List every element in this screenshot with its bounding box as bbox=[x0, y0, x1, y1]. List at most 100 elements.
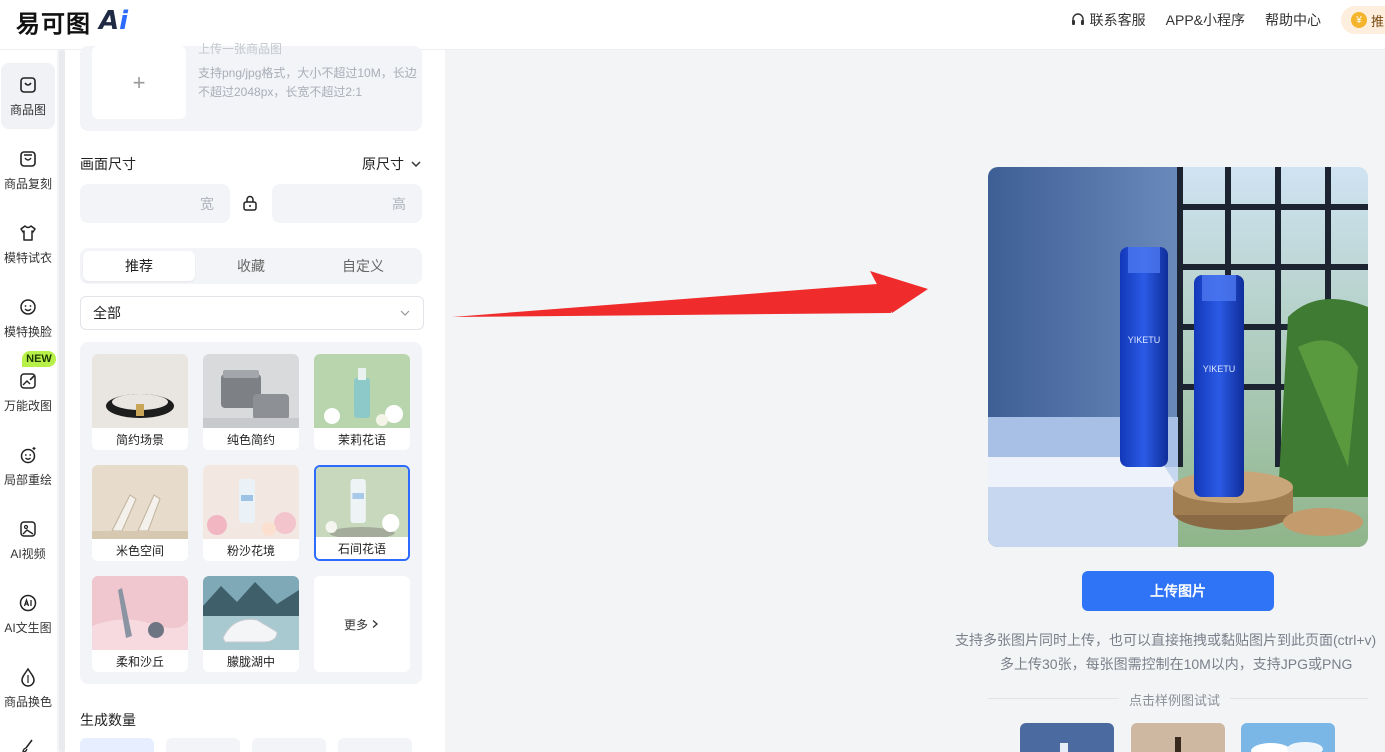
scene-grid: 简约场景 纯色简约 茉莉花语 米色空间 粉沙花境 石间花语 柔和沙丘 朦胧湖中 … bbox=[80, 342, 422, 684]
settings-panel: + 上传一张商品图 支持png/jpg格式，大小不超过10M，长边不超过2048… bbox=[65, 42, 445, 752]
scene-card-selected[interactable]: 石间花语 bbox=[314, 465, 410, 561]
scene-card[interactable]: 简约场景 bbox=[92, 354, 188, 450]
logo[interactable]: 易可图 Ai bbox=[16, 6, 128, 38]
rail-item-label: 万能改图 bbox=[3, 398, 52, 413]
rail-item-label: 商品复刻 bbox=[3, 176, 52, 191]
upload-hint-line2: 多上传30张，每张图需控制在10M以内，支持JPG或PNG bbox=[1000, 656, 1353, 672]
face-sparkle-icon bbox=[20, 446, 36, 463]
canvas-size-select[interactable]: 原尺寸 bbox=[362, 154, 422, 174]
rail-item-label: 商品图 bbox=[9, 102, 46, 117]
bag-copy-icon bbox=[20, 150, 36, 167]
scene-card[interactable]: 柔和沙丘 bbox=[92, 576, 188, 672]
left-rail: 商品图 商品复刻 模特试衣 模特换脸 万能改图 局部重绘 AI视频 AI文生图 … bbox=[0, 50, 57, 752]
edit-image-icon bbox=[20, 372, 36, 389]
sample-image[interactable] bbox=[1131, 723, 1225, 752]
scene-thumbnail bbox=[203, 465, 299, 539]
tab-custom[interactable]: 自定义 bbox=[307, 251, 419, 281]
nav-customer-service-label: 联系客服 bbox=[1089, 12, 1146, 28]
height-input[interactable] bbox=[272, 184, 422, 223]
face-icon bbox=[20, 298, 36, 315]
scene-caption: 柔和沙丘 bbox=[92, 650, 188, 672]
rail-item-product-image[interactable]: 商品图 bbox=[1, 63, 55, 129]
category-select[interactable]: 全部 bbox=[80, 296, 424, 330]
tab-favorites[interactable]: 收藏 bbox=[195, 251, 307, 281]
rail-item-label: 模特试衣 bbox=[3, 250, 52, 265]
upload-area[interactable]: + 上传一张商品图 支持png/jpg格式，大小不超过10M，长边不超过2048… bbox=[80, 42, 422, 131]
count-option[interactable] bbox=[252, 738, 326, 752]
promo-pill[interactable]: ¥ 推 bbox=[1341, 6, 1385, 34]
scene-caption: 茉莉花语 bbox=[314, 428, 410, 450]
sample-label: 点击样例图试试 bbox=[1119, 690, 1231, 709]
chevron-down-icon bbox=[411, 161, 421, 168]
generate-count-label: 生成数量 bbox=[80, 712, 136, 728]
rail-item-product-copy[interactable]: 商品复刻 bbox=[0, 137, 56, 203]
lock-icon[interactable] bbox=[241, 194, 259, 212]
chevron-down-icon bbox=[400, 310, 410, 316]
logo-text: 易可图 bbox=[16, 9, 91, 38]
chevron-right-icon bbox=[372, 620, 378, 628]
coin-icon: ¥ bbox=[1351, 12, 1367, 28]
scene-caption: 纯色简约 bbox=[203, 428, 299, 450]
bag-icon bbox=[20, 76, 36, 93]
rail-item-label: 局部重绘 bbox=[3, 472, 52, 487]
canvas-size-label: 画面尺寸 bbox=[80, 156, 136, 172]
bottle-brand-right: YIKETU bbox=[1203, 364, 1236, 374]
tab-recommend[interactable]: 推荐 bbox=[83, 251, 195, 281]
scene-thumbnail bbox=[203, 354, 299, 428]
promo-label: 推 bbox=[1371, 13, 1385, 29]
nav-help-label: 帮助中心 bbox=[1265, 12, 1321, 28]
rail-item-ai-text-to-image[interactable]: AI文生图 bbox=[0, 581, 56, 647]
width-input[interactable] bbox=[80, 184, 230, 223]
nav-customer-service[interactable]: 联系客服 bbox=[1070, 10, 1146, 30]
upload-image-button[interactable]: 上传图片 bbox=[1082, 571, 1274, 611]
new-badge: NEW bbox=[22, 351, 56, 367]
scene-caption: 简约场景 bbox=[92, 428, 188, 450]
sample-image[interactable] bbox=[1020, 723, 1114, 752]
rail-item-model-tryon[interactable]: 模特试衣 bbox=[0, 211, 56, 277]
rail-item-label: 商品换色 bbox=[3, 694, 52, 709]
nav-help[interactable]: 帮助中心 bbox=[1265, 10, 1321, 30]
more-scenes-button[interactable]: 更多 bbox=[314, 576, 410, 672]
rail-item-face-swap[interactable]: 模特换脸 bbox=[0, 285, 56, 351]
tshirt-icon bbox=[20, 224, 36, 241]
rail-item-color-change[interactable]: 商品换色 bbox=[0, 655, 56, 721]
scene-caption: 粉沙花境 bbox=[203, 539, 299, 561]
scene-thumbnail bbox=[203, 576, 299, 650]
scene-card[interactable]: 朦胧湖中 bbox=[203, 576, 299, 672]
scene-thumbnail bbox=[92, 354, 188, 428]
scene-card[interactable]: 粉沙花境 bbox=[203, 465, 299, 561]
logo-ai-mark: Ai bbox=[99, 6, 128, 36]
upload-hint-line1: 支持多张图片同时上传，也可以直接拖拽或黏贴图片到此页面(ctrl+v) bbox=[955, 632, 1377, 648]
count-option[interactable] bbox=[80, 738, 154, 752]
canvas-size-value: 原尺寸 bbox=[362, 156, 404, 172]
sample-image[interactable] bbox=[1241, 723, 1335, 752]
rail-item-label: 模特换脸 bbox=[3, 324, 52, 339]
rail-item-universal-edit[interactable]: 万能改图 bbox=[0, 359, 56, 425]
rail-item-label: AI视频 bbox=[10, 546, 46, 561]
drop-icon bbox=[21, 667, 35, 687]
plus-icon: + bbox=[132, 69, 146, 95]
nav-app-label: APP&小程序 bbox=[1165, 12, 1245, 28]
scene-thumbnail bbox=[314, 354, 410, 428]
scene-card[interactable]: 纯色简约 bbox=[203, 354, 299, 450]
nav-app[interactable]: APP&小程序 bbox=[1166, 10, 1245, 30]
product-preview-image: YIKETU YIKETU bbox=[988, 167, 1368, 547]
rail-item-label: AI文生图 bbox=[4, 620, 52, 635]
count-option[interactable] bbox=[166, 738, 240, 752]
video-icon bbox=[20, 520, 36, 537]
rail-item-ai-video[interactable]: AI视频 bbox=[0, 507, 56, 573]
count-option[interactable] bbox=[338, 738, 412, 752]
ai-text-icon bbox=[19, 594, 37, 611]
more-scenes-label: 更多 bbox=[343, 617, 368, 632]
scene-thumbnail bbox=[92, 465, 188, 539]
scene-thumbnail bbox=[92, 576, 188, 650]
upload-plus-button[interactable]: + bbox=[92, 46, 186, 119]
style-tabs: 推荐 收藏 自定义 bbox=[80, 248, 422, 284]
scene-card[interactable]: 茉莉花语 bbox=[314, 354, 410, 450]
scene-card[interactable]: 米色空间 bbox=[92, 465, 188, 561]
scene-caption: 米色空间 bbox=[92, 539, 188, 561]
category-select-value: 全部 bbox=[93, 305, 121, 321]
header-nav: 联系客服 APP&小程序 帮助中心 ¥ 推 bbox=[1070, 0, 1385, 40]
brush-icon[interactable] bbox=[20, 738, 36, 752]
rail-item-partial-redraw[interactable]: 局部重绘 bbox=[0, 433, 56, 499]
